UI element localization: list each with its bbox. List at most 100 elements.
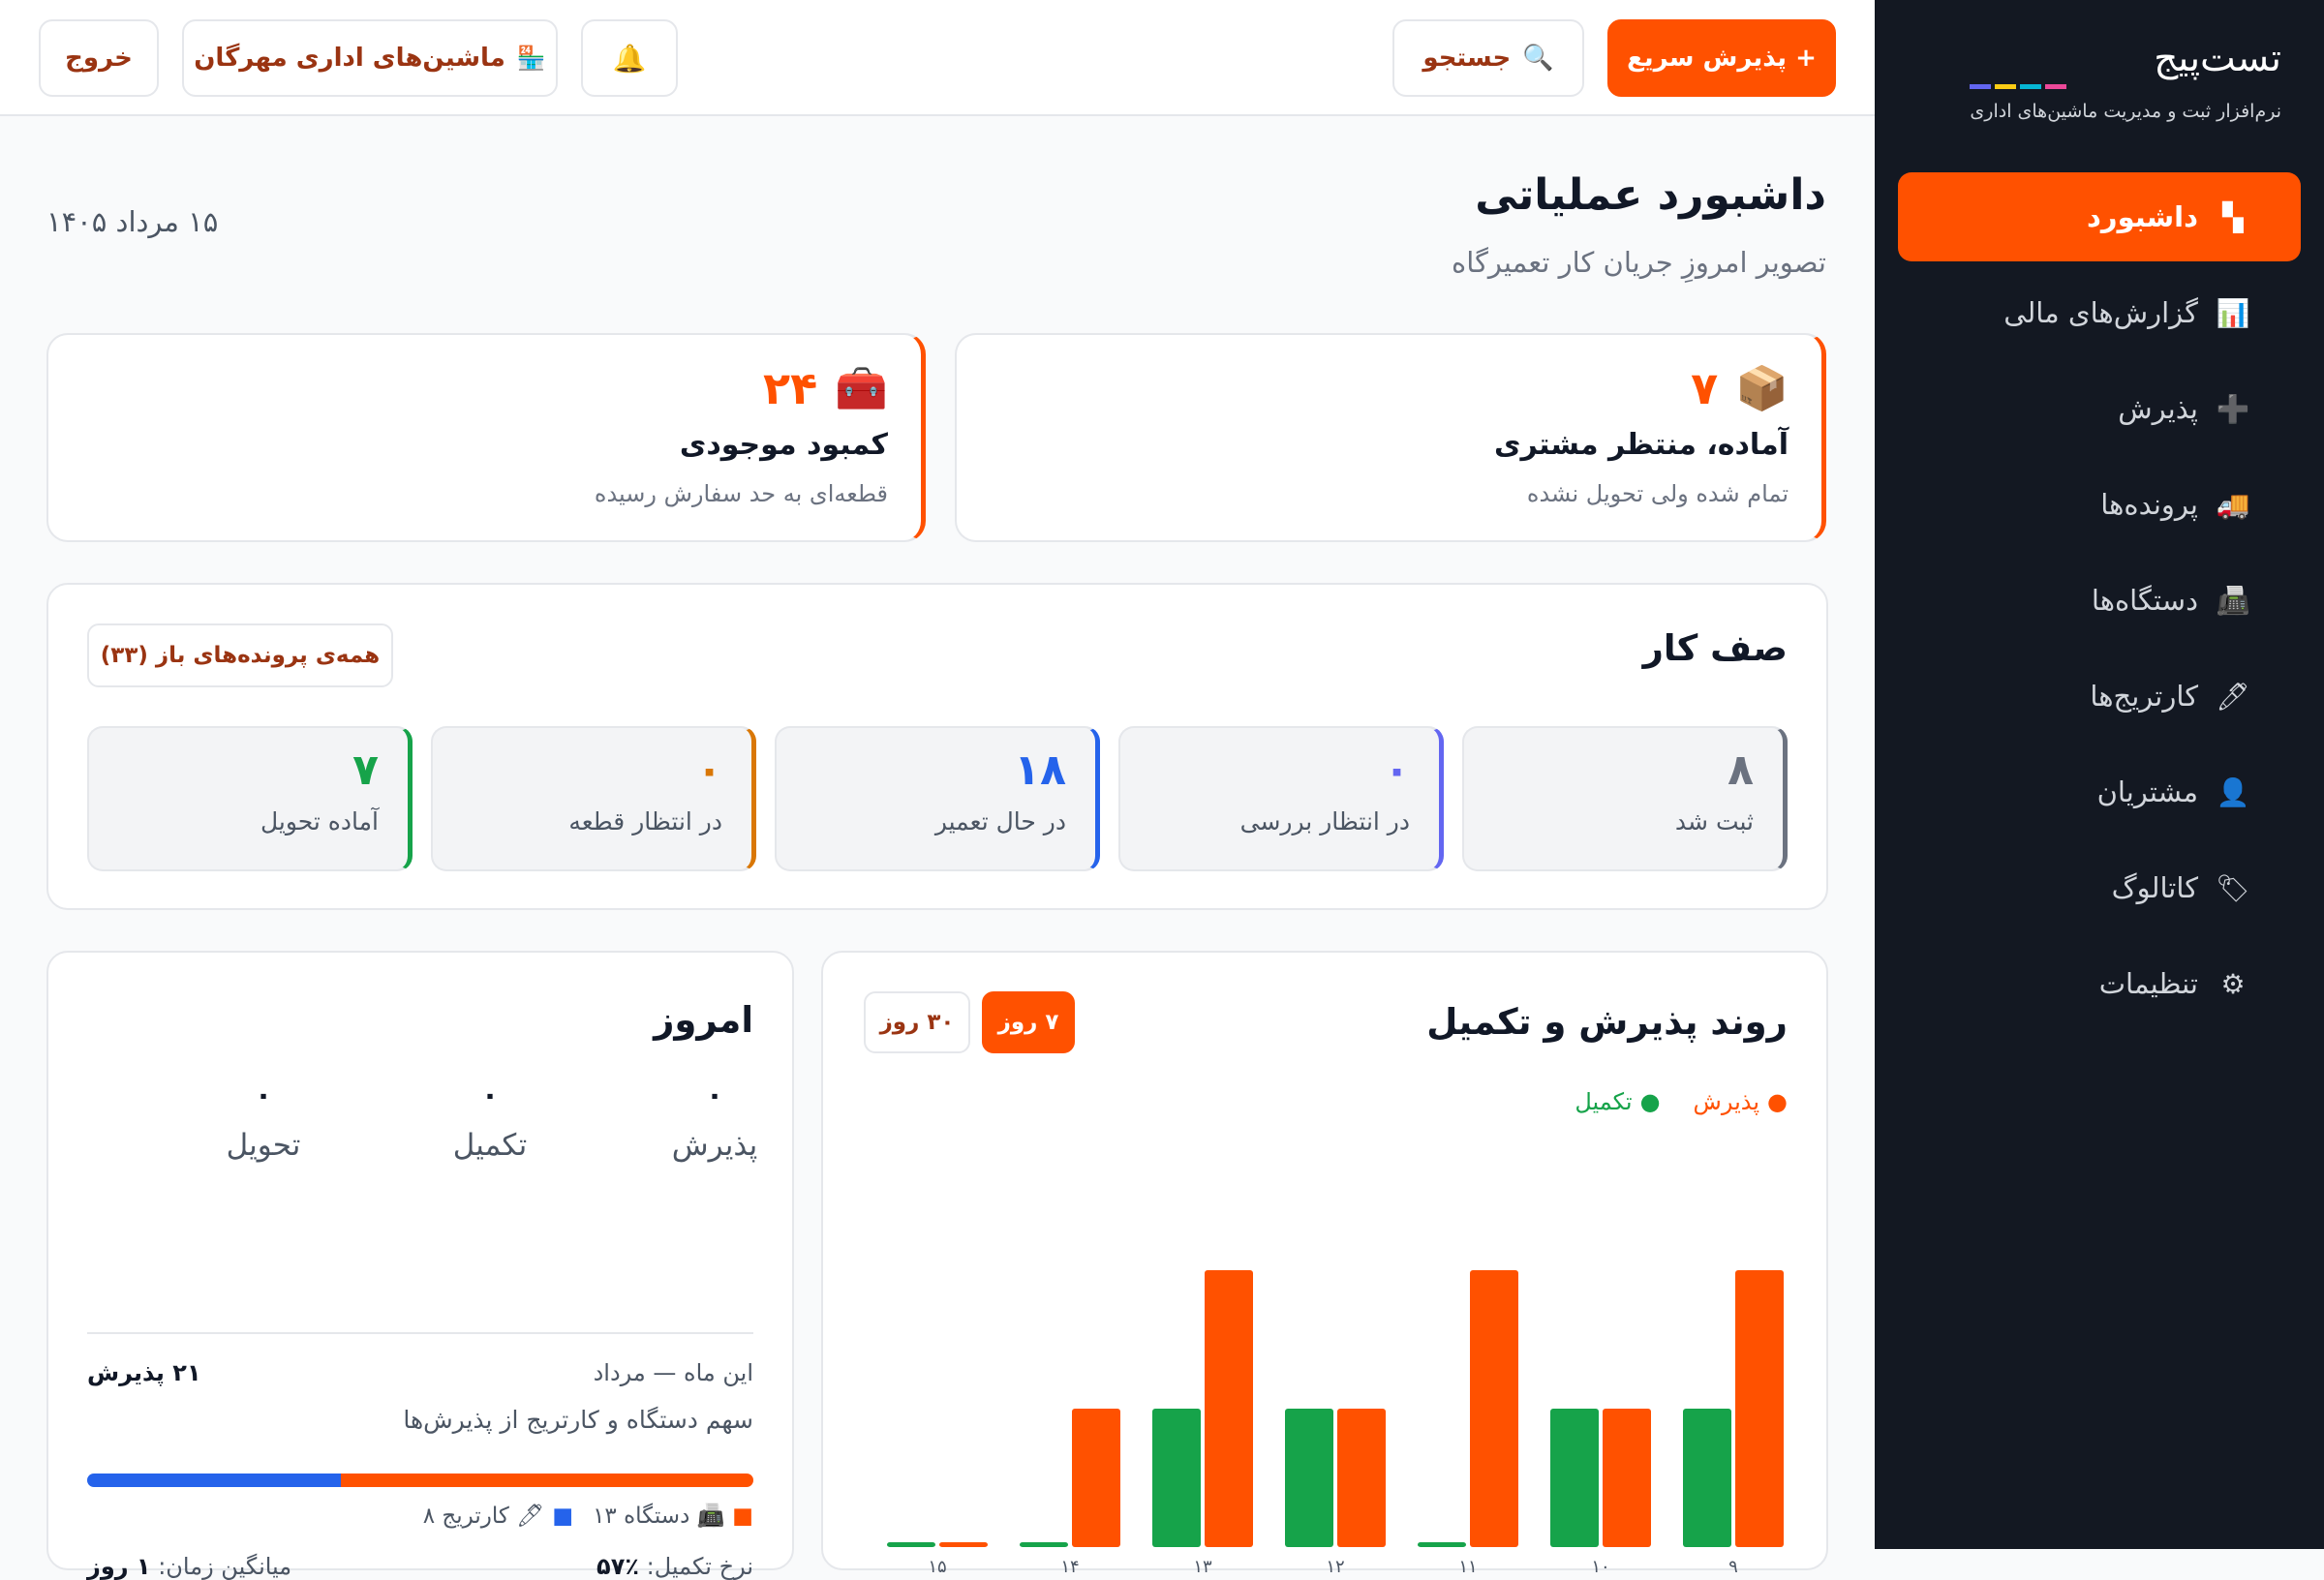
brand-subtitle: نرم‌افزار ثبت و مدیریت ماشین‌های اداری [1970,101,2281,122]
sidebar-item-2[interactable]: ➕ پذیرش [1898,364,2301,453]
quick-accept-label: + پذیرش سریع [1627,44,1817,73]
bar [1470,1270,1518,1547]
status-label: در انتظار قطعه [568,807,722,836]
share-legend: ■ 📠 دستگاه ۱۳ ■ 🖊 کارتریج ۸ [422,1503,753,1530]
sidebar-item-label: کاتالوگ [2111,871,2198,904]
user-icon: 👤 [2216,775,2250,808]
page-title: داشبورد عملیاتی [1475,170,1826,220]
sidebar-item-label: پذیرش [2118,392,2198,425]
x-tick-label: ۱۴ [1060,1557,1079,1572]
today-stat-value: ۰ [705,1079,724,1112]
status-box[interactable]: ۷ آماده تحویل [87,726,413,871]
logout-button[interactable]: خروج [39,19,159,97]
brand: تست‌پیج نرم‌افزار ثبت و مدیریت ماشین‌های… [1970,37,2281,122]
x-tick-label: ۹ [1728,1557,1738,1572]
share-bar-device [341,1474,753,1487]
pen-icon: 🖊 [2216,680,2250,713]
share-legend-device: ■ 📠 دستگاه ۱۳ [593,1503,753,1530]
bar [1735,1270,1784,1547]
trend-chart: ۹ ۱۰ ۱۱ ۱۲ ۱۳ ۱۴ ۱۵ [887,1270,1784,1572]
chart-icon: 📊 [2216,296,2250,329]
share-bar [87,1474,753,1487]
status-count: ۸ [1728,745,1754,795]
bar [1683,1409,1731,1547]
status-box[interactable]: ۸ ثبت شد [1462,726,1788,871]
sidebar-item-5[interactable]: 🖊 کارتریج‌ها [1898,652,2301,741]
search-label: جستجو [1422,44,1512,73]
sidebar-item-3[interactable]: 🚚 پرونده‌ها [1898,460,2301,549]
today-title: امروز [654,999,753,1041]
package-icon: 📦 [1735,364,1789,413]
share-legend-cartridge: ■ 🖊 کارتریج ۸ [422,1503,574,1530]
today-stat-accept: ۰ پذیرش [637,1079,792,1163]
alert-number: ۷ [1691,362,1719,414]
status-box[interactable]: ۰ در انتظار قطعه [431,726,756,871]
quick-accept-button[interactable]: + پذیرش سریع [1607,19,1836,97]
legend-dot: ■ [552,1503,574,1529]
main-content: داشبورد عملیاتی تصویر امروزِ جریان کار ت… [0,116,1875,1580]
bar [1205,1270,1253,1547]
sidebar-item-0[interactable]: ▚ داشبورد [1898,172,2301,261]
share-legend-cartridge-label: 🖊 کارتریج ۸ [422,1504,545,1529]
today-stat-label: پذیرش [671,1128,758,1163]
sidebar-item-label: پرونده‌ها [2100,488,2198,521]
share-label: سهم دستگاه و کارتریج از پذیرش‌ها [403,1406,753,1434]
bar [1550,1409,1599,1547]
sidebar-item-label: کارتریج‌ها [2090,680,2198,713]
sidebar-item-8[interactable]: ⚙ تنظیمات [1898,939,2301,1028]
sidebar-item-7[interactable]: 🏷 کاتالوگ [1898,843,2301,932]
sidebar-item-1[interactable]: 📊 گزارش‌های مالی [1898,268,2301,357]
status-label: در حال تعمیر [934,807,1066,836]
sidebar-item-label: دستگاه‌ها [2091,584,2198,617]
status-label: در انتظار بررسی [1239,807,1410,836]
search-icon: 🔍 [1522,44,1554,73]
bar [1418,1542,1466,1547]
today-card: امروز ۰ پذیرش ۰ تکمیل ۰ تحویل این ماه — … [46,951,794,1580]
work-queue-card: صف کار همه‌ی پرونده‌های باز (۳۳) ۸ ثبت شد… [46,583,1828,910]
alert-card-ready[interactable]: 📦 ۷ آماده، منتظر مشتری تمام شده ولی تحوی… [955,333,1826,542]
bar [1603,1409,1651,1547]
page-subtitle: تصویر امروزِ جریان کار تعمیرگاه [1452,246,1826,279]
truck-icon: 🚚 [2216,488,2250,521]
sidebar-item-6[interactable]: 👤 مشتریان [1898,747,2301,836]
alert-card-low-stock[interactable]: 🧰 ۲۴ کمبود موجودی قطعه‌ای به حد سفارش رس… [46,333,926,542]
logout-label: خروج [65,44,133,73]
store-icon: 🏪 [516,45,546,72]
alert-description: قطعه‌ای به حد سفارش رسیده [594,480,888,507]
sidebar-item-label: تنظیمات [2098,967,2198,1000]
status-box[interactable]: ۱۸ در حال تعمیر [775,726,1100,871]
all-open-files-button[interactable]: همه‌ی پرونده‌های باز (۳۳) [87,623,393,687]
completion-label: نرخ تکمیل: [646,1553,753,1580]
alert-title: آماده، منتظر مشتری [1494,428,1789,462]
completion-value: ٪۵۷ [596,1553,639,1580]
status-box[interactable]: ۰ در انتظار بررسی [1118,726,1444,871]
today-stat-value: ۰ [480,1079,500,1112]
status-count: ۷ [352,745,379,795]
status-count: ۰ [696,745,722,795]
sidebar-item-label: داشبورد [2087,200,2198,233]
x-tick-label: ۱۳ [1193,1557,1212,1572]
search-button[interactable]: 🔍 جستجو [1392,19,1584,97]
store-label: ماشین‌های اداری مهرگان [194,44,505,73]
bar [1337,1409,1386,1547]
x-tick-label: ۱۱ [1458,1557,1477,1572]
alert-title: کمبود موجودی [679,428,888,462]
sidebar-item-label: گزارش‌های مالی [2003,296,2198,329]
printer-icon: 📠 [2216,584,2250,617]
work-queue-title: صف کار [1642,627,1788,669]
page-date: ۱۵ مرداد ۱۴۰۵ [46,205,219,238]
bar [939,1542,988,1547]
today-stat-value: ۰ [254,1079,273,1112]
bar [1020,1542,1068,1547]
completion-rate: نرخ تکمیل: ٪۵۷ [596,1553,753,1580]
sidebar-item-4[interactable]: 📠 دستگاه‌ها [1898,556,2301,645]
average-time: میانگین زمان: ۱ روز [87,1553,291,1580]
x-tick-label: ۱۲ [1326,1557,1344,1572]
notifications-button[interactable]: 🔔 [581,19,678,97]
toolbox-icon: 🧰 [835,364,888,413]
avg-time-label: میانگین زمان: [158,1553,292,1580]
divider [87,1332,753,1334]
legend-dot: ■ [732,1503,753,1529]
store-button[interactable]: 🏪 ماشین‌های اداری مهرگان [182,19,558,97]
status-label: آماده تحویل [260,807,379,836]
